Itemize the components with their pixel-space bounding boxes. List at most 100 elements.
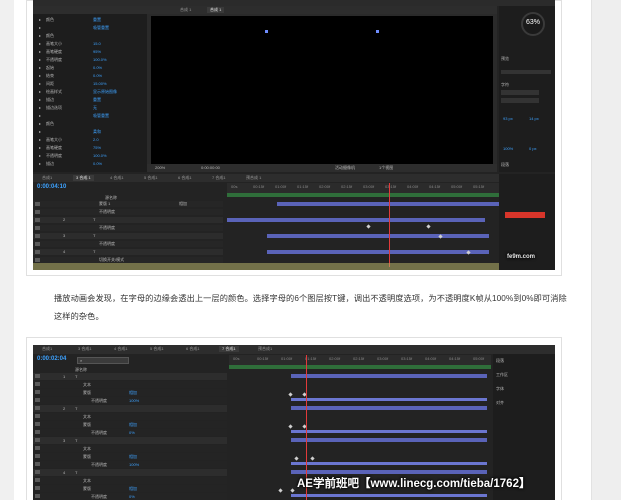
disclosure-triangle-icon[interactable]: ▸ (39, 97, 41, 102)
effect-property-row[interactable]: ▸ 画笔大小 15.0 (33, 40, 147, 47)
layer-row[interactable]: 蒙版 相加 (33, 485, 227, 492)
visibility-toggle[interactable] (35, 406, 40, 410)
layer-row[interactable]: 蒙版 相加 (33, 389, 227, 396)
work-area-bar[interactable] (227, 193, 499, 197)
property-value[interactable]: 15.00% (93, 81, 107, 86)
work-area-bar[interactable] (229, 365, 491, 369)
layer-row[interactable]: 不透明度 100% (33, 397, 227, 404)
timeline-tab[interactable]: 7 合成1 (219, 346, 239, 352)
disclosure-triangle-icon[interactable]: ▸ (39, 129, 41, 134)
opacity-value[interactable]: 0% (129, 430, 135, 435)
layer-duration-bar[interactable] (291, 374, 487, 378)
viewer-tab-2[interactable]: 合成 1 (207, 7, 225, 13)
layer-mode[interactable]: 相加 (129, 422, 137, 427)
visibility-toggle[interactable] (35, 438, 40, 442)
layer-duration-bar[interactable] (291, 462, 487, 465)
layer-row[interactable]: 文本 (33, 413, 227, 420)
effect-property-row[interactable]: ▸ 吸管重置 (33, 24, 147, 31)
keyframe-marker[interactable] (426, 224, 431, 229)
keyframe-marker[interactable] (288, 424, 293, 429)
property-value[interactable]: 75% (93, 145, 101, 150)
timeline-tab[interactable]: 4 合成1 (107, 175, 127, 181)
disclosure-triangle-icon[interactable]: ▸ (39, 145, 41, 150)
effect-property-row[interactable]: ▸ 不透明度 100.0% (33, 152, 147, 159)
keyframe-marker[interactable] (366, 224, 371, 229)
effect-property-row[interactable]: ▸ 起始 0.0% (33, 64, 147, 71)
disclosure-triangle-icon[interactable]: ▸ (39, 153, 41, 158)
disclosure-triangle-icon[interactable]: ▸ (39, 81, 41, 86)
disclosure-triangle-icon[interactable]: ▸ (39, 41, 41, 46)
timeline-timecode[interactable]: 0:00:02:04 (37, 356, 66, 362)
effect-property-row[interactable]: ▸ 描边 0.0% (33, 160, 147, 167)
layer-row[interactable]: 2T (33, 217, 223, 223)
playback-controls[interactable] (501, 70, 551, 74)
effect-property-row[interactable]: ▸ 吸管重置 (33, 112, 147, 119)
visibility-toggle[interactable] (35, 398, 40, 402)
visibility-toggle[interactable] (35, 422, 40, 426)
visibility-toggle[interactable] (35, 390, 40, 394)
visibility-toggle[interactable] (35, 486, 40, 490)
baseline-value[interactable]: 0 px (529, 146, 537, 151)
layer-row[interactable]: 蒙版 相加 (33, 421, 227, 428)
property-value[interactable]: 吸管重置 (93, 113, 109, 118)
visibility-toggle[interactable] (35, 414, 40, 418)
layer-row[interactable]: 文本 (33, 477, 227, 484)
layer-duration-bar[interactable] (291, 406, 487, 410)
visibility-toggle[interactable] (35, 202, 40, 206)
keyframe-marker[interactable] (310, 456, 315, 461)
layer-mode[interactable]: 相加 (129, 486, 137, 491)
view-count-select[interactable]: 1个视图 (379, 165, 393, 170)
time-ruler[interactable]: 00s 00:15f 01:00f 01:15f 02:00f 02:15f 03:00f 0… (229, 355, 491, 365)
layer-mode[interactable]: 相加 (179, 201, 187, 206)
disclosure-triangle-icon[interactable]: ▸ (39, 121, 41, 126)
layer-duration-bar[interactable] (291, 438, 487, 442)
effect-property-row[interactable]: ▸ 颜色 (33, 32, 147, 39)
page-scrollbar[interactable] (591, 0, 621, 500)
disclosure-triangle-icon[interactable]: ▸ (39, 105, 41, 110)
layer-row[interactable]: 不透明度 (33, 225, 223, 231)
effect-property-row[interactable]: ▸ 画笔大小 2.0 (33, 136, 147, 143)
visibility-toggle[interactable] (35, 250, 40, 254)
font-family-select[interactable] (501, 90, 539, 95)
keyframe-marker[interactable] (278, 488, 283, 493)
timeline-tab[interactable]: 3 合成 1 (73, 175, 94, 181)
visibility-toggle[interactable] (35, 470, 40, 474)
disclosure-triangle-icon[interactable]: ▸ (39, 49, 41, 54)
keyframe-marker[interactable] (288, 392, 293, 397)
property-value[interactable]: 吸管重置 (93, 25, 109, 30)
layer-row[interactable]: 蒙版 相加 (33, 453, 227, 460)
visibility-toggle[interactable] (35, 446, 40, 450)
disclosure-triangle-icon[interactable]: ▸ (39, 113, 41, 118)
effect-property-row[interactable]: ▸ 结束 0.0% (33, 72, 147, 79)
font-style-select[interactable] (501, 98, 539, 103)
layer-row[interactable]: 4T (33, 469, 227, 476)
visibility-toggle[interactable] (35, 462, 40, 466)
leading-value[interactable]: 14 px (529, 116, 539, 121)
effect-property-row[interactable]: ▸ 柔和 (33, 128, 147, 135)
disclosure-triangle-icon[interactable]: ▸ (39, 57, 41, 62)
effect-property-row[interactable]: ▸ 画笔硬度 95% (33, 48, 147, 55)
property-value[interactable]: 100.0% (93, 153, 107, 158)
visibility-toggle[interactable] (35, 218, 40, 222)
property-value[interactable]: 100.0% (93, 57, 107, 62)
disclosure-triangle-icon[interactable]: ▸ (39, 17, 41, 22)
property-value[interactable]: 柔和 (93, 129, 101, 134)
property-value[interactable]: 0.0% (93, 65, 102, 70)
viewer-canvas[interactable] (151, 16, 493, 164)
layer-mode[interactable]: 相加 (129, 454, 137, 459)
layer-duration-bar[interactable] (267, 250, 489, 254)
keyframe-marker[interactable] (294, 456, 299, 461)
layer-row[interactable]: 不透明度 0% (33, 493, 227, 500)
layer-duration-bar[interactable] (267, 234, 489, 238)
scale-value[interactable]: 100% (503, 146, 513, 151)
time-ruler[interactable]: 00s 00:15f 01:00f 01:15f 02:00f 02:15f 03:00f 0… (227, 183, 499, 193)
timeline-tab[interactable]: 6 合成1 (175, 175, 195, 181)
timeline-tab[interactable]: 7 合成1 (209, 175, 229, 181)
disclosure-triangle-icon[interactable]: ▸ (39, 161, 41, 166)
paragraph-panel-title[interactable]: 段落 (501, 162, 509, 167)
layer-duration-bar[interactable] (291, 430, 487, 433)
layer-row[interactable]: 文本 (33, 381, 227, 388)
layer-row[interactable]: 3T (33, 437, 227, 444)
opacity-value[interactable]: 100% (129, 398, 139, 403)
font-size-value[interactable]: 93 px (503, 116, 513, 121)
